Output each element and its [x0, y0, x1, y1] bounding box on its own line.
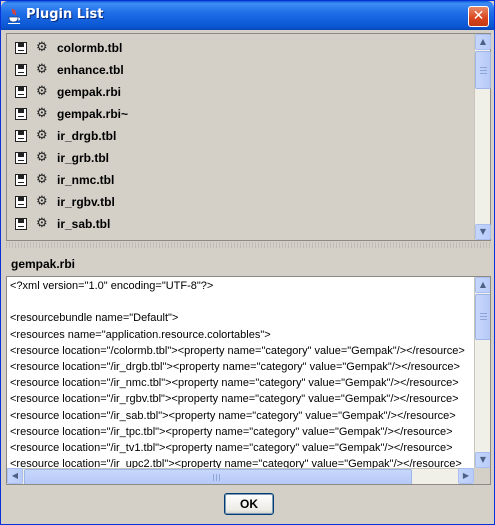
settings-gear-icon[interactable]: ⚙ [36, 107, 48, 121]
settings-gear-icon[interactable]: ⚙ [36, 85, 48, 99]
file-content-text[interactable]: <?xml version="1.0" encoding="UTF-8"?> <r… [10, 278, 476, 468]
horizontal-scroll-thumb[interactable] [24, 469, 412, 484]
file-content-line: <resource location="/ir_tpc.tbl"><proper… [10, 425, 453, 438]
content-vertical-scrollbar[interactable]: ▲ ▼ [474, 277, 490, 469]
plugin-name: ir_drgb.tbl [57, 129, 117, 143]
file-content-line: <resource location="/ir_upc2.tbl"><prope… [10, 458, 462, 468]
list-item[interactable]: ⚙ ir_nmc.tbl [7, 170, 475, 192]
settings-gear-icon[interactable]: ⚙ [36, 173, 48, 187]
list-item[interactable]: ⚙ enhance.tbl [7, 60, 475, 82]
scroll-right-button[interactable]: ▶ [458, 468, 474, 484]
save-disk-icon[interactable] [15, 152, 27, 164]
file-content-line: <resource location="/colormb.tbl"><prope… [10, 344, 465, 357]
plugin-name: ir_grb.tbl [57, 151, 110, 165]
ok-button[interactable]: OK [224, 493, 274, 515]
plugin-name: gempak.rbi~ [57, 107, 129, 121]
list-item[interactable]: ⚙ gempak.rbi [7, 82, 475, 104]
save-disk-icon[interactable] [15, 196, 27, 208]
settings-gear-icon[interactable]: ⚙ [36, 195, 48, 209]
list-item[interactable]: ⚙ gempak.rbi~ [7, 104, 475, 126]
window-title: Plugin List [26, 7, 104, 22]
save-disk-icon[interactable] [15, 64, 27, 76]
close-button[interactable]: ✕ [468, 6, 489, 27]
title-bar[interactable]: Plugin List ✕ [1, 1, 494, 30]
list-item[interactable]: ⚙ ir_grb.tbl [7, 148, 475, 170]
plugin-list-items: ⚙ colormb.tbl ⚙ enhance.tbl ⚙ gempak.rbi ⚙ gemp… [7, 34, 475, 240]
list-item[interactable]: ⚙ ir_drgb.tbl [7, 126, 475, 148]
close-icon: ✕ [472, 8, 485, 24]
settings-gear-icon[interactable]: ⚙ [36, 151, 48, 165]
plugin-name: ir_nmc.tbl [57, 173, 115, 187]
plugin-name: colormb.tbl [57, 41, 123, 55]
plugin-name: ir_sab.tbl [57, 217, 111, 231]
settings-gear-icon[interactable]: ⚙ [36, 41, 48, 55]
save-disk-icon[interactable] [15, 86, 27, 98]
scroll-corner [474, 468, 490, 484]
settings-gear-icon[interactable]: ⚙ [36, 63, 48, 77]
content-horizontal-scrollbar[interactable]: ◀ ▶ [7, 468, 474, 484]
settings-gear-icon[interactable]: ⚙ [36, 217, 48, 231]
file-content-area: <?xml version="1.0" encoding="UTF-8"?> <r… [6, 276, 491, 485]
file-content-line: <?xml version="1.0" encoding="UTF-8"?> [10, 280, 214, 292]
save-disk-icon[interactable] [15, 174, 27, 186]
settings-gear-icon[interactable]: ⚙ [36, 129, 48, 143]
plugin-name: enhance.tbl [57, 63, 124, 77]
file-content-line: <resource location="/ir_nmc.tbl"><proper… [10, 377, 459, 390]
selected-file-label: gempak.rbi [11, 257, 76, 271]
file-content-line: <resource location="/ir_sab.tbl"><proper… [10, 409, 456, 422]
plugin-name: gempak.rbi [57, 85, 122, 99]
split-pane-divider[interactable] [6, 242, 491, 248]
file-content-line [10, 294, 476, 310]
scroll-down-button[interactable]: ▼ [475, 224, 491, 240]
list-item[interactable]: ⚙ colormb.tbl [7, 38, 475, 60]
plugin-list: ⚙ colormb.tbl ⚙ enhance.tbl ⚙ gempak.rbi ⚙ gemp… [6, 33, 491, 241]
content-scroll-up-button[interactable]: ▲ [475, 277, 490, 293]
save-disk-icon[interactable] [15, 130, 27, 142]
scroll-up-button[interactable]: ▲ [475, 34, 491, 50]
plugin-list-dialog: Plugin List ✕ ⚙ colormb.tbl ⚙ enhance.tbl ⚙ g… [0, 0, 495, 525]
file-content-line: <resource location="/ir_rgbv.tbl"><prope… [10, 393, 459, 406]
plugin-list-vertical-scrollbar[interactable]: ▲ ▼ [474, 34, 491, 240]
file-content-line: <resource location="/ir_tv1.tbl"><proper… [10, 441, 453, 454]
scroll-thumb[interactable] [475, 51, 491, 89]
file-content-line: <resource location="/ir_drgb.tbl"><prope… [10, 360, 460, 373]
save-disk-icon[interactable] [15, 108, 27, 120]
content-scroll-thumb[interactable] [475, 294, 490, 340]
scroll-left-button[interactable]: ◀ [7, 468, 23, 484]
dialog-body: ⚙ colormb.tbl ⚙ enhance.tbl ⚙ gempak.rbi ⚙ gemp… [4, 30, 491, 522]
file-content-line: <resourcebundle name="Default"> [10, 312, 179, 325]
save-disk-icon[interactable] [15, 42, 27, 54]
list-item[interactable]: ⚙ ir_sab.tbl [7, 214, 475, 236]
content-scroll-down-button[interactable]: ▼ [475, 452, 490, 468]
list-item[interactable]: ⚙ ir_rgbv.tbl [7, 192, 475, 214]
save-disk-icon[interactable] [15, 218, 27, 230]
java-cup-icon [8, 8, 20, 24]
file-content-line: <resources name="application.resource.co… [10, 328, 271, 341]
plugin-name: ir_rgbv.tbl [57, 195, 115, 209]
